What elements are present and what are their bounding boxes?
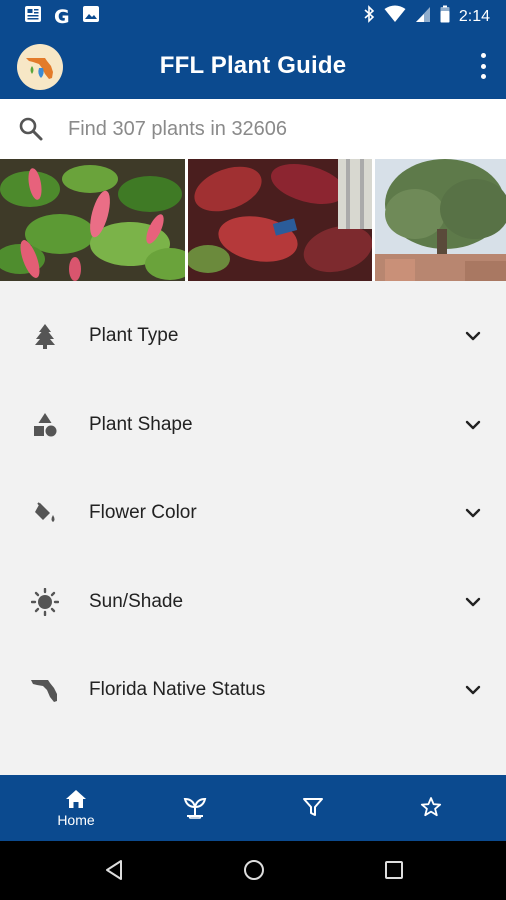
nav-plants[interactable] <box>136 775 254 841</box>
filter-flower-color[interactable]: Flower Color <box>0 469 506 558</box>
chevron-down-icon[interactable] <box>464 327 482 345</box>
status-time: 2:14 <box>458 7 490 25</box>
filter-label: Plant Shape <box>89 413 193 435</box>
filter-list: Plant Type Plant Shape Flower Color Sun/… <box>0 292 506 735</box>
filter-sun-shade[interactable]: Sun/Shade <box>0 558 506 647</box>
chevron-down-icon[interactable] <box>464 504 482 522</box>
nav-label-home: Home <box>57 811 95 828</box>
plant-photo-chenille[interactable] <box>0 159 185 281</box>
bluetooth-icon <box>363 5 375 28</box>
search-bar <box>0 99 506 159</box>
home-icon <box>66 789 86 808</box>
filter-label: Plant Type <box>89 325 179 347</box>
nav-favorites[interactable] <box>372 775 490 841</box>
shapes-icon <box>30 410 60 440</box>
filter-plant-type[interactable]: Plant Type <box>0 292 506 381</box>
news-icon <box>24 5 42 28</box>
plant-photo-oak[interactable] <box>375 159 506 281</box>
image-icon <box>82 5 100 28</box>
wifi-icon <box>384 5 406 28</box>
more-vert-icon[interactable] <box>478 53 488 79</box>
sun-icon <box>30 587 60 617</box>
system-nav-bar <box>0 841 506 900</box>
chevron-down-icon[interactable] <box>464 681 482 699</box>
plant-photo-copperleaf[interactable] <box>188 159 372 281</box>
back-icon[interactable] <box>103 858 125 887</box>
filter-label: Florida Native Status <box>89 679 266 701</box>
google-icon: G <box>54 5 70 28</box>
search-input[interactable] <box>68 113 488 145</box>
star-icon <box>420 796 442 816</box>
home-circle-icon[interactable] <box>242 858 266 887</box>
nav-home[interactable]: Home <box>17 775 135 841</box>
signal-icon <box>415 5 431 28</box>
filter-florida-native[interactable]: Florida Native Status <box>0 646 506 735</box>
tree-icon <box>30 321 60 351</box>
app-bar: FFL Plant Guide <box>0 33 506 99</box>
florida-icon <box>30 675 60 705</box>
sprout-icon <box>183 797 207 819</box>
nav-filter[interactable] <box>254 775 372 841</box>
status-left: G <box>24 5 100 28</box>
paint-bucket-icon <box>30 498 60 528</box>
app-title: FFL Plant Guide <box>159 52 347 79</box>
filter-icon <box>303 797 323 816</box>
photo-carousel[interactable] <box>0 159 506 281</box>
battery-icon <box>440 5 450 28</box>
chevron-down-icon[interactable] <box>464 593 482 611</box>
filter-label: Flower Color <box>89 502 197 524</box>
recents-icon[interactable] <box>382 858 406 887</box>
chevron-down-icon[interactable] <box>464 416 482 434</box>
status-bar: G 2:14 <box>0 0 506 33</box>
status-right: 2:14 <box>363 5 490 28</box>
bottom-nav: Home <box>0 775 506 841</box>
filter-label: Sun/Shade <box>89 590 184 612</box>
filter-plant-shape[interactable]: Plant Shape <box>0 381 506 470</box>
search-icon[interactable] <box>18 116 44 147</box>
